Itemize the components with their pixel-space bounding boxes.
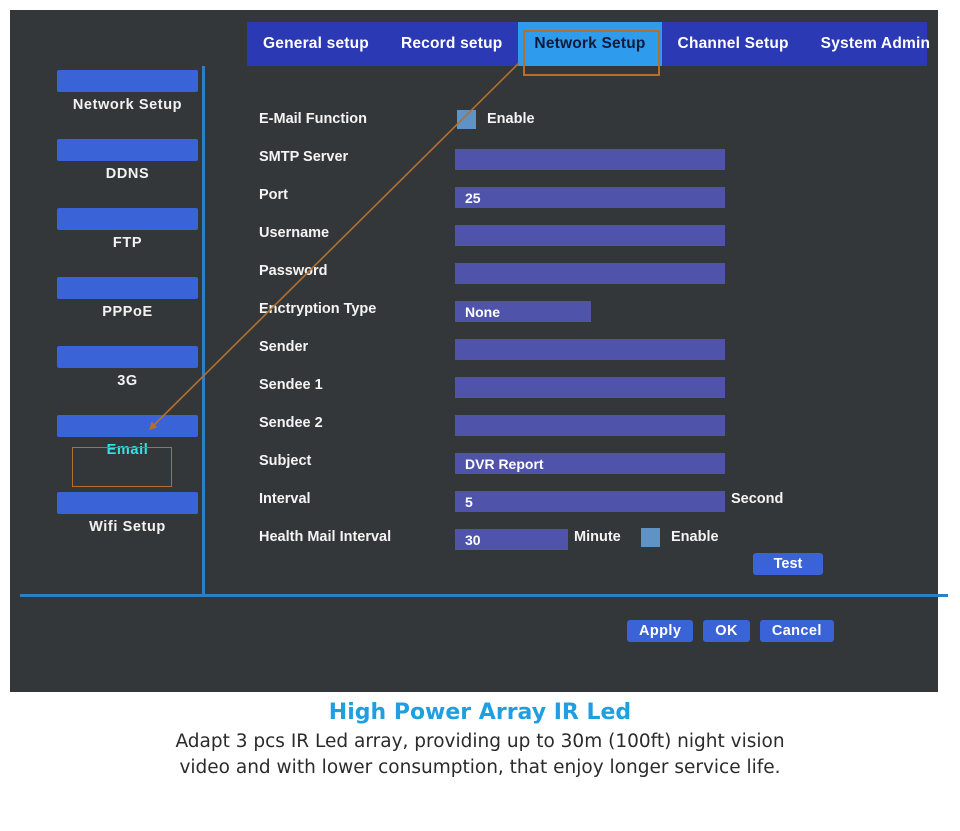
row-sendee-1: Sendee 1: [249, 368, 809, 406]
email-function-label: E-Mail Function: [259, 111, 367, 127]
sidebar-item-label: 3G: [117, 373, 138, 389]
sidebar-item-label: FTP: [112, 235, 143, 251]
port-value: 25: [465, 189, 481, 206]
sidebar-item-ddns[interactable]: DDNS: [57, 139, 198, 182]
sidebar-item-label: DDNS: [105, 166, 150, 182]
action-button-group: Apply OK Cancel: [627, 620, 834, 642]
caption-line-1: Adapt 3 pcs IR Led array, providing up t…: [175, 731, 785, 752]
row-username: Username: [249, 216, 809, 254]
row-password: Password: [249, 254, 809, 292]
email-function-checkbox[interactable]: [457, 110, 476, 129]
interval-unit-label: Second: [731, 491, 784, 507]
footer-divider: [20, 594, 948, 597]
row-email-function: E-Mail Function Enable: [249, 102, 809, 140]
sidebar-item-bar: [57, 492, 198, 514]
interval-label: Interval: [259, 491, 311, 507]
health-mail-interval-checkbox[interactable]: [641, 528, 660, 547]
sidebar-item-pppoe[interactable]: PPPoE: [57, 277, 198, 320]
password-label: Password: [259, 263, 328, 279]
smtp-server-label: SMTP Server: [259, 149, 349, 165]
email-settings-form: E-Mail Function Enable SMTP Server Port …: [249, 102, 809, 558]
network-sidebar: Network Setup DDNS FTP PPPoE 3G Email Wi…: [20, 66, 212, 596]
sidebar-item-email[interactable]: Email: [57, 415, 198, 458]
apply-button[interactable]: Apply: [627, 620, 694, 642]
ok-button[interactable]: OK: [703, 620, 750, 642]
sendee-1-input[interactable]: [455, 377, 725, 398]
health-mail-interval-checkbox-label: Enable: [671, 529, 719, 545]
row-smtp-server: SMTP Server: [249, 140, 809, 178]
row-sendee-2: Sendee 2: [249, 406, 809, 444]
product-caption: High Power Array IR Led Adapt 3 pcs IR L…: [0, 700, 960, 781]
cancel-button[interactable]: Cancel: [759, 620, 834, 642]
username-label: Username: [259, 225, 330, 241]
sidebar-item-bar: [57, 208, 198, 230]
sender-input[interactable]: [455, 339, 725, 360]
sendee-2-input[interactable]: [455, 415, 725, 436]
sidebar-item-label: Network Setup: [72, 97, 183, 113]
email-function-checkbox-label: Enable: [487, 111, 535, 127]
row-port: Port 25: [249, 178, 809, 216]
row-encryption-type: Enctryption Type None: [249, 292, 809, 330]
sidebar-item-bar: [57, 139, 198, 161]
caption-line-2: video and with lower consumption, that e…: [179, 757, 781, 778]
tab-system-admin[interactable]: System Admin: [805, 22, 947, 66]
sidebar-item-bar: [57, 346, 198, 368]
sidebar-item-label: Email: [106, 442, 149, 458]
tab-network-setup[interactable]: Network Setup: [518, 22, 662, 66]
subject-value: DVR Report: [465, 455, 544, 472]
dvr-settings-panel: General setup Record setup Network Setup…: [10, 10, 948, 692]
smtp-server-input[interactable]: [455, 149, 725, 170]
encryption-type-label: Enctryption Type: [259, 301, 377, 317]
sidebar-content-divider: [202, 66, 205, 595]
password-input[interactable]: [455, 263, 725, 284]
port-label: Port: [259, 187, 288, 203]
settings-tab-bar: General setup Record setup Network Setup…: [247, 22, 930, 66]
tab-record-setup[interactable]: Record setup: [385, 22, 518, 66]
encryption-type-select[interactable]: None: [455, 301, 591, 322]
row-subject: Subject DVR Report: [249, 444, 809, 482]
tab-channel-setup[interactable]: Channel Setup: [662, 22, 805, 66]
sender-label: Sender: [259, 339, 309, 355]
sidebar-item-network-setup[interactable]: Network Setup: [57, 70, 198, 113]
sidebar-item-label: PPPoE: [102, 304, 153, 320]
sidebar-item-ftp[interactable]: FTP: [57, 208, 198, 251]
port-input[interactable]: 25: [455, 187, 725, 208]
subject-input[interactable]: DVR Report: [455, 453, 725, 474]
caption-title: High Power Array IR Led: [328, 700, 632, 725]
health-mail-interval-input[interactable]: 30: [455, 529, 568, 550]
health-mail-interval-value: 30: [465, 531, 481, 548]
sendee-2-label: Sendee 2: [259, 415, 323, 431]
sidebar-item-3g[interactable]: 3G: [57, 346, 198, 389]
sidebar-item-bar: [57, 70, 198, 92]
sidebar-item-wifi-setup[interactable]: Wifi Setup: [57, 492, 198, 535]
sendee-1-label: Sendee 1: [259, 377, 323, 393]
interval-input[interactable]: 5: [455, 491, 725, 512]
sidebar-item-bar: [57, 415, 198, 437]
health-mail-interval-label: Health Mail Interval: [259, 529, 392, 545]
sidebar-item-bar: [57, 277, 198, 299]
encryption-type-value: None: [465, 303, 500, 320]
tab-general-setup[interactable]: General setup: [247, 22, 385, 66]
subject-label: Subject: [259, 453, 312, 469]
test-button[interactable]: Test: [753, 553, 823, 575]
row-sender: Sender: [249, 330, 809, 368]
row-interval: Interval 5 Second: [249, 482, 809, 520]
username-input[interactable]: [455, 225, 725, 246]
sidebar-item-label: Wifi Setup: [89, 519, 166, 535]
interval-value: 5: [465, 493, 473, 510]
row-health-mail-interval: Health Mail Interval 30 Minute Enable: [249, 520, 809, 558]
health-mail-interval-unit-label: Minute: [574, 529, 621, 545]
